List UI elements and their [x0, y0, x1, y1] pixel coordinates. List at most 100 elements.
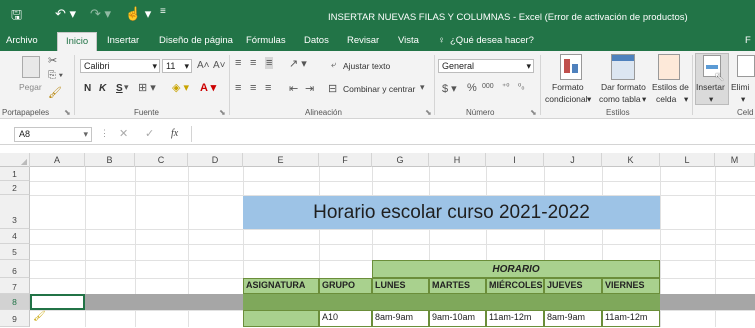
chevron-down-icon[interactable]: ▾: [684, 94, 688, 105]
bold-button[interactable]: N: [84, 83, 91, 94]
cell-f9[interactable]: A10: [319, 310, 372, 327]
col-header-b[interactable]: B: [85, 153, 135, 167]
formula-input[interactable]: [191, 126, 755, 142]
header-grupo[interactable]: GRUPO: [319, 278, 372, 294]
cell-h9[interactable]: 9am-10am: [429, 310, 486, 327]
cond-format-label-2[interactable]: condicional: [545, 94, 588, 104]
currency-icon[interactable]: $ ▾: [442, 82, 457, 95]
header-lunes[interactable]: LUNES: [372, 278, 429, 294]
comma-style-icon[interactable]: 000: [482, 83, 494, 90]
cell-k9[interactable]: 11am-12m: [602, 310, 660, 327]
decrease-decimal-icon[interactable]: ⁰₀: [518, 82, 525, 91]
col-header-e[interactable]: E: [243, 153, 319, 167]
col-header-d[interactable]: D: [188, 153, 243, 167]
undo-icon[interactable]: ↶ ▾: [55, 6, 76, 22]
delete-button[interactable]: Elimi: [731, 82, 749, 92]
row-header-2[interactable]: 2: [0, 181, 30, 195]
merge-center-icon[interactable]: ⊟: [328, 82, 337, 95]
percent-icon[interactable]: %: [467, 82, 477, 94]
cell-styles-label-2[interactable]: celda: [656, 94, 676, 104]
center-icon[interactable]: ≡: [250, 82, 256, 94]
alignment-launcher-icon[interactable]: ⬊: [425, 108, 432, 117]
redo-icon[interactable]: ↷ ▾: [90, 6, 111, 22]
col-header-g[interactable]: G: [372, 153, 429, 167]
header-jueves[interactable]: JUEVES: [544, 278, 602, 294]
underline-button[interactable]: S: [116, 83, 123, 94]
header-martes[interactable]: MARTES: [429, 278, 486, 294]
header-miercoles[interactable]: MIÉRCOLES: [486, 278, 544, 294]
align-middle-icon[interactable]: ≡: [250, 57, 256, 69]
number-format-dropdown[interactable]: General ▾: [438, 59, 534, 73]
cond-format-label-1[interactable]: Formato: [552, 82, 584, 92]
select-all-corner[interactable]: ◢: [0, 153, 30, 167]
tab-diseno[interactable]: Diseño de página: [159, 35, 233, 46]
copy-icon[interactable]: ⎘ ▾: [48, 70, 63, 81]
sheet-title-cell[interactable]: Horario escolar curso 2021-2022: [243, 196, 660, 229]
chevron-down-icon[interactable]: ▾: [741, 94, 745, 105]
chevron-down-icon[interactable]: ▾: [124, 82, 129, 93]
row-header-8[interactable]: 8: [0, 294, 30, 310]
cancel-icon[interactable]: ✕: [119, 127, 128, 140]
active-cell-a8[interactable]: [30, 294, 85, 310]
orientation-icon[interactable]: ↗ ▾: [289, 57, 307, 70]
wrap-text-button[interactable]: Ajustar texto: [343, 61, 390, 71]
chevron-down-icon[interactable]: ▾: [709, 94, 713, 105]
row-header-6[interactable]: 6: [0, 260, 30, 278]
col-header-f[interactable]: F: [319, 153, 372, 167]
format-table-label-1[interactable]: Dar formato: [601, 82, 646, 92]
font-color-icon[interactable]: A ▾: [200, 81, 216, 94]
col-header-h[interactable]: H: [429, 153, 486, 167]
merge-center-button[interactable]: Combinar y centrar: [343, 84, 415, 94]
font-size-dropdown[interactable]: 11 ▾: [162, 59, 192, 73]
col-header-c[interactable]: C: [135, 153, 188, 167]
horario-header-cell[interactable]: HORARIO: [372, 260, 660, 278]
cell-j9[interactable]: 8am-9am: [544, 310, 602, 327]
tab-revisar[interactable]: Revisar: [347, 35, 379, 46]
grow-font-icon[interactable]: A˄: [197, 60, 210, 71]
number-launcher-icon[interactable]: ⬊: [530, 108, 537, 117]
customize-qat-icon[interactable]: ≡: [160, 6, 166, 17]
enter-icon[interactable]: ✓: [145, 127, 154, 140]
clipboard-launcher-icon[interactable]: ⬊: [64, 108, 71, 117]
row-header-4[interactable]: 4: [0, 229, 30, 244]
header-asignatura[interactable]: ASIGNATURA: [243, 278, 319, 294]
align-top-icon[interactable]: ≡: [235, 57, 241, 69]
wrap-text-icon[interactable]: ⤶: [331, 59, 336, 70]
paste-button[interactable]: Pegar: [19, 82, 42, 92]
tab-datos[interactable]: Datos: [304, 35, 329, 46]
insert-options-icon[interactable]: 🖌: [33, 311, 46, 322]
tab-insertar[interactable]: Insertar: [107, 35, 139, 46]
header-viernes[interactable]: VIERNES: [602, 278, 660, 294]
chevron-down-icon[interactable]: ▾: [420, 82, 425, 93]
row-header-9[interactable]: 9: [0, 310, 30, 327]
touch-mode-icon[interactable]: ☝ ▾: [125, 6, 151, 22]
chevron-down-icon[interactable]: ▾: [642, 94, 646, 105]
tab-formulas[interactable]: Fórmulas: [246, 35, 286, 46]
align-right-icon[interactable]: ≡: [265, 82, 271, 94]
cell-styles-label-1[interactable]: Estilos de: [652, 82, 689, 92]
cell-g9[interactable]: 8am-9am: [372, 310, 429, 327]
tell-me-box[interactable]: ¿Qué desea hacer?: [450, 35, 534, 46]
col-header-k[interactable]: K: [602, 153, 660, 167]
name-box[interactable]: A8 ▾: [14, 127, 92, 142]
italic-button[interactable]: K: [99, 83, 106, 94]
user-initial[interactable]: F: [745, 35, 751, 46]
col-header-m[interactable]: M: [715, 153, 755, 167]
align-bottom-icon[interactable]: ≡: [265, 57, 274, 69]
decrease-indent-icon[interactable]: ⇤: [289, 82, 298, 95]
col-header-i[interactable]: I: [486, 153, 544, 167]
tab-archivo[interactable]: Archivo: [6, 35, 38, 46]
row-header-5[interactable]: 5: [0, 244, 30, 260]
cell-i9[interactable]: 11am-12m: [486, 310, 544, 327]
tab-inicio[interactable]: Inicio: [57, 32, 98, 51]
increase-decimal-icon[interactable]: ⁺⁰: [502, 82, 509, 91]
cell-e9[interactable]: [243, 310, 319, 327]
row-header-1[interactable]: 1: [0, 167, 30, 181]
tab-vista[interactable]: Vista: [398, 35, 419, 46]
font-name-dropdown[interactable]: Calibri ▾: [80, 59, 160, 73]
col-header-j[interactable]: J: [544, 153, 602, 167]
format-painter-icon[interactable]: 🖌: [48, 86, 62, 99]
col-header-a[interactable]: A: [30, 153, 85, 167]
increase-indent-icon[interactable]: ⇥: [305, 82, 314, 95]
chevron-down-icon[interactable]: ▾: [587, 94, 591, 105]
